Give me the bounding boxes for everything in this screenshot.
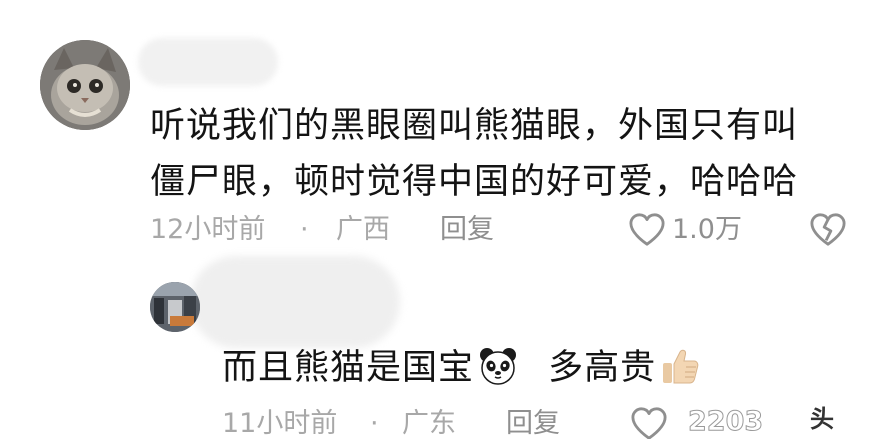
broken-heart-icon[interactable] (809, 212, 847, 248)
avatar[interactable] (150, 282, 200, 332)
reply-button[interactable]: 回复 (506, 404, 560, 439)
username-blurred[interactable] (190, 256, 400, 348)
heart-outline-icon[interactable] (628, 212, 666, 248)
avatar[interactable] (40, 40, 130, 130)
meta-separator: · (300, 214, 309, 245)
heart-outline-icon[interactable] (630, 406, 668, 439)
comment-time: 12小时前 (150, 214, 266, 245)
comment-time: 11小时前 (222, 408, 338, 439)
watermark-count: 2203 (687, 406, 764, 438)
comment-text-line: 僵尸眼，顿时觉得中国的好可爱，哈哈哈 (150, 162, 799, 202)
thumbs-up-emoji (660, 346, 700, 386)
comment-text: 听说我们的黑眼圈叫熊猫眼，外国只有叫 僵尸眼，顿时觉得中国的好可爱，哈哈哈 (150, 98, 840, 210)
comment-text: 而且熊猫是国宝 多高贵 (222, 344, 704, 392)
watermark-logo-text: 头 (810, 405, 834, 433)
comment-meta: 12小时前 · 广西 回复 1.0万 (150, 210, 870, 250)
reply-button[interactable]: 回复 (440, 210, 494, 250)
comment-text-line: 听说我们的黑眼圈叫熊猫眼，外国只有叫 (150, 106, 799, 146)
comment-text-part: 多高贵 (548, 348, 657, 388)
username-blurred[interactable] (138, 38, 278, 86)
comment-text-part: 而且熊猫是国宝 (222, 348, 475, 388)
comment-meta: 11小时前 · 广东 回复 (222, 404, 882, 439)
comment-thread: 听说我们的黑眼圈叫熊猫眼，外国只有叫 僵尸眼，顿时觉得中国的好可爱，哈哈哈 12… (0, 0, 896, 439)
panda-emoji (478, 346, 518, 386)
like-count: 1.0万 (672, 214, 742, 245)
comment-location: 广西 (336, 214, 390, 245)
comment-location: 广东 (402, 408, 456, 439)
meta-separator: · (370, 408, 379, 439)
